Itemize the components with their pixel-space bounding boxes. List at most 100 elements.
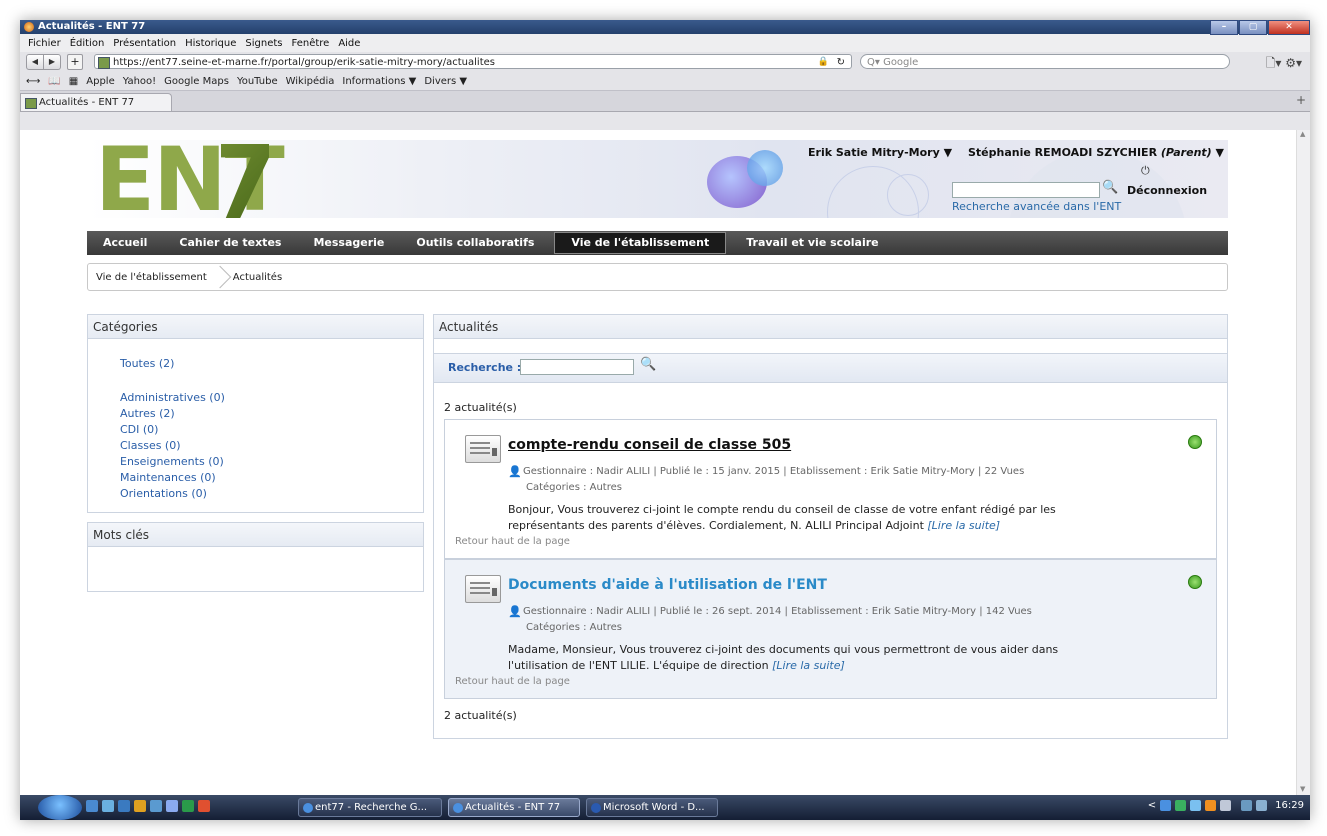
- add-icon[interactable]: [1188, 435, 1202, 449]
- nav-accueil[interactable]: Accueil: [87, 231, 163, 255]
- bookmark-informations[interactable]: Informations ▼: [342, 76, 416, 87]
- tab-actualites[interactable]: Actualités - ENT 77: [20, 93, 172, 111]
- user-menu[interactable]: Stéphanie REMOADI SZYCHIER (Parent) ▼: [968, 146, 1224, 159]
- manager-icon: 👤: [508, 605, 522, 618]
- url-text: https://ent77.seine-et-marne.fr/portal/g…: [113, 57, 495, 68]
- back-button[interactable]: ◀: [26, 54, 44, 70]
- news-search-input[interactable]: [520, 359, 634, 375]
- tray-cloud-icon[interactable]: [1190, 800, 1202, 811]
- tab-label: Actualités - ENT 77: [39, 97, 135, 108]
- nav-vie-etablissement[interactable]: Vie de l'établissement: [554, 232, 727, 254]
- vertical-scrollbar[interactable]: ▲ ▼: [1296, 130, 1310, 795]
- bookmark-apple[interactable]: Apple: [86, 76, 114, 87]
- menu-file[interactable]: Fichier: [28, 38, 61, 49]
- category-enseignements[interactable]: Enseignements (0): [120, 454, 225, 470]
- user-name: Stéphanie REMOADI SZYCHIER: [968, 146, 1161, 159]
- explorer-icon[interactable]: [102, 800, 114, 812]
- google-search-input[interactable]: Q▾ Google: [860, 54, 1230, 69]
- nav-cahier-de-textes[interactable]: Cahier de textes: [163, 231, 297, 255]
- bookmark-yahoo[interactable]: Yahoo!: [123, 76, 156, 87]
- scroll-down-icon[interactable]: ▼: [1300, 785, 1305, 793]
- taskbar-task[interactable]: Actualités - ENT 77: [448, 798, 580, 817]
- category-autres[interactable]: Autres (2): [120, 406, 225, 422]
- tray-expand-icon[interactable]: <: [1148, 800, 1156, 811]
- tray-lang-icon[interactable]: [1241, 800, 1253, 811]
- nav-outils-collaboratifs[interactable]: Outils collaboratifs: [400, 231, 550, 255]
- media-icon[interactable]: [134, 800, 146, 812]
- keywords-panel: Mots clés: [87, 522, 424, 592]
- reload-icon[interactable]: ↻: [837, 55, 845, 70]
- add-tab-icon[interactable]: +: [1296, 93, 1306, 107]
- school-selector[interactable]: Erik Satie Mitry-Mory ▼: [808, 146, 952, 159]
- advanced-search-link[interactable]: Recherche avancée dans l'ENT: [952, 200, 1121, 213]
- power-icon[interactable]: ⏻: [1141, 164, 1150, 178]
- menu-history[interactable]: Historique: [185, 38, 236, 49]
- excel-icon[interactable]: [182, 800, 194, 812]
- book-icon[interactable]: 📖: [48, 76, 60, 87]
- tray-security-icon[interactable]: [1175, 800, 1187, 811]
- bookmark-divers[interactable]: Divers ▼: [424, 76, 467, 87]
- window-title: Actualités - ENT 77: [38, 21, 146, 32]
- news-search-icon[interactable]: 🔍: [640, 357, 656, 372]
- category-maintenances[interactable]: Maintenances (0): [120, 470, 225, 486]
- app-icon[interactable]: [118, 800, 130, 812]
- back-to-top-link[interactable]: Retour haut de la page: [455, 676, 570, 687]
- ent-search-input[interactable]: [952, 182, 1100, 198]
- read-more-link[interactable]: [Lire la suite]: [927, 519, 1000, 532]
- menu-window[interactable]: Fenêtre: [292, 38, 330, 49]
- article-body: Madame, Monsieur, Vous trouverez ci-join…: [508, 642, 1108, 674]
- nav-travail-vie-scolaire[interactable]: Travail et vie scolaire: [730, 231, 894, 255]
- reader-icon[interactable]: ⟷: [26, 76, 40, 87]
- add-icon[interactable]: [1188, 575, 1202, 589]
- tray-update-icon[interactable]: [1205, 800, 1217, 811]
- article-meta: Gestionnaire : Nadir ALILI | Publié le :…: [523, 606, 1032, 617]
- windows-taskbar: ent77 - Recherche G... Actualités - ENT …: [20, 795, 1310, 820]
- address-bar[interactable]: https://ent77.seine-et-marne.fr/portal/g…: [94, 54, 852, 69]
- tray-monitor-icon[interactable]: [1220, 800, 1232, 811]
- start-button[interactable]: [38, 795, 82, 820]
- desktop-icon[interactable]: [86, 800, 98, 812]
- tray-network-icon[interactable]: [1160, 800, 1172, 811]
- quick-launch: [86, 800, 214, 812]
- article-body: Bonjour, Vous trouverez ci-joint le comp…: [508, 502, 1108, 534]
- article-title[interactable]: Documents d'aide à l'utilisation de l'EN…: [508, 577, 827, 593]
- menu-edit[interactable]: Édition: [70, 38, 105, 49]
- task-label: Microsoft Word - D...: [603, 802, 705, 813]
- maximize-button[interactable]: ▢: [1239, 20, 1267, 35]
- close-button[interactable]: ✕: [1268, 20, 1310, 35]
- search-icon[interactable]: 🔍: [1102, 180, 1118, 195]
- chrome-icon[interactable]: [198, 800, 210, 812]
- clock[interactable]: 16:29: [1275, 800, 1304, 811]
- menu-view[interactable]: Présentation: [113, 38, 176, 49]
- tray-volume-icon[interactable]: [1256, 800, 1268, 811]
- news-count-top: 2 actualité(s): [444, 401, 517, 414]
- bookmark-youtube[interactable]: YouTube: [237, 76, 278, 87]
- page-and-settings-menu[interactable]: 🗋▾ ⚙▾: [1266, 54, 1302, 75]
- read-more-link[interactable]: [Lire la suite]: [772, 659, 845, 672]
- back-to-top-link[interactable]: Retour haut de la page: [455, 536, 570, 547]
- breadcrumb-vie-etablissement[interactable]: Vie de l'établissement: [88, 272, 215, 283]
- category-orientations[interactable]: Orientations (0): [120, 486, 225, 502]
- menu-help[interactable]: Aide: [338, 38, 360, 49]
- minimize-button[interactable]: –: [1210, 20, 1238, 35]
- scroll-up-icon[interactable]: ▲: [1300, 130, 1305, 138]
- category-cdi[interactable]: CDI (0): [120, 422, 225, 438]
- forward-button[interactable]: ▶: [44, 54, 61, 70]
- news-panel: Actualités Recherche : 🔍 2 actualité(s) …: [433, 314, 1228, 739]
- mail-icon[interactable]: [150, 800, 162, 812]
- nav-messagerie[interactable]: Messagerie: [297, 231, 400, 255]
- grid-icon[interactable]: ▦: [69, 76, 78, 87]
- news-search-row: Recherche : 🔍: [434, 353, 1227, 383]
- taskbar-task[interactable]: Microsoft Word - D...: [586, 798, 718, 817]
- article-title[interactable]: compte-rendu conseil de classe 505: [508, 437, 791, 453]
- new-tab-button[interactable]: +: [67, 54, 83, 70]
- category-classes[interactable]: Classes (0): [120, 438, 225, 454]
- browser-icon[interactable]: [166, 800, 178, 812]
- taskbar-task[interactable]: ent77 - Recherche G...: [298, 798, 442, 817]
- bookmark-google-maps[interactable]: Google Maps: [164, 76, 229, 87]
- logout-link[interactable]: Déconnexion: [1127, 184, 1207, 197]
- category-administratives[interactable]: Administratives (0): [120, 390, 225, 406]
- category-all[interactable]: Toutes (2): [120, 357, 174, 370]
- menu-bookmarks[interactable]: Signets: [245, 38, 282, 49]
- bookmark-wikipedia[interactable]: Wikipédia: [286, 76, 335, 87]
